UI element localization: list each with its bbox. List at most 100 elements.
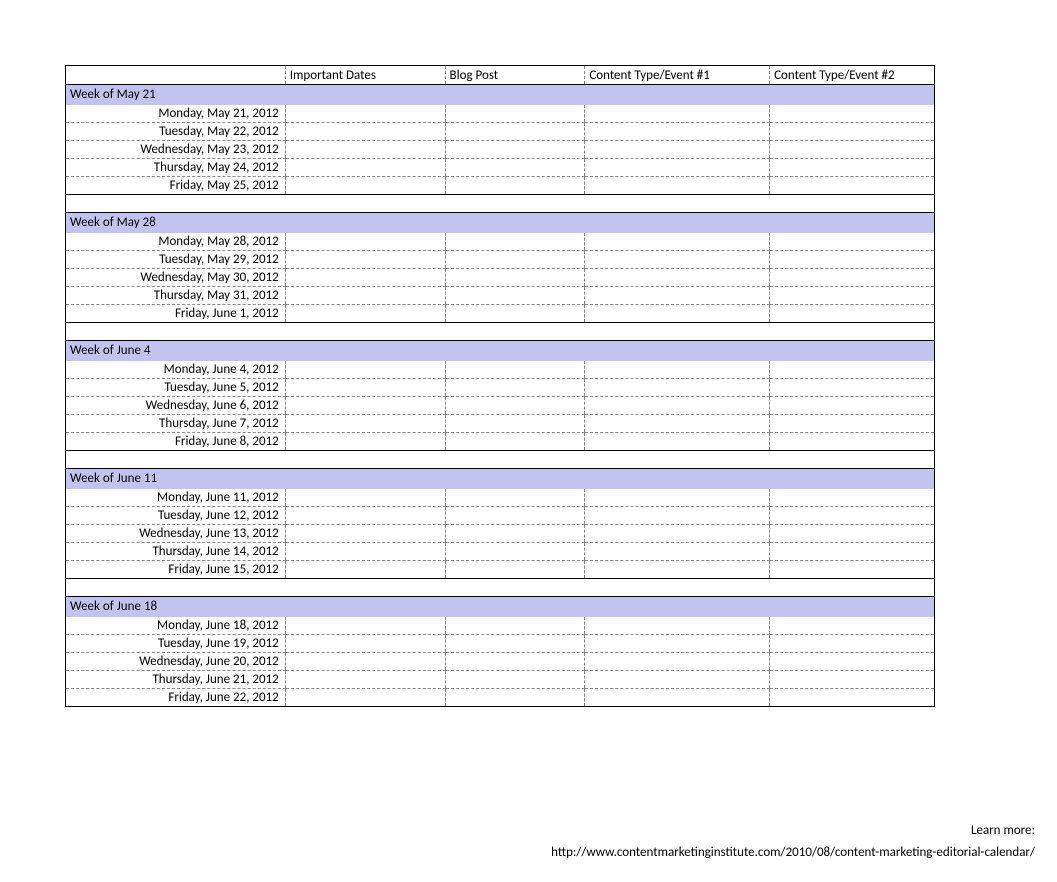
cell-important-dates[interactable] bbox=[285, 287, 445, 305]
cell-blog-post[interactable] bbox=[445, 379, 585, 397]
cell-event-2[interactable] bbox=[770, 287, 935, 305]
cell-blog-post[interactable] bbox=[445, 233, 585, 251]
cell-blog-post[interactable] bbox=[445, 397, 585, 415]
cell-important-dates[interactable] bbox=[285, 305, 445, 323]
cell-event-2[interactable] bbox=[770, 689, 935, 707]
cell-event-1[interactable] bbox=[585, 305, 770, 323]
cell-blog-post[interactable] bbox=[445, 159, 585, 177]
cell-event-2[interactable] bbox=[770, 635, 935, 653]
cell-event-2[interactable] bbox=[770, 305, 935, 323]
cell-event-2[interactable] bbox=[770, 415, 935, 433]
cell-important-dates[interactable] bbox=[285, 561, 445, 579]
cell-event-1[interactable] bbox=[585, 617, 770, 635]
cell-event-1[interactable] bbox=[585, 543, 770, 561]
cell-event-1[interactable] bbox=[585, 269, 770, 287]
cell-event-1[interactable] bbox=[585, 105, 770, 123]
cell-blog-post[interactable] bbox=[445, 507, 585, 525]
cell-event-2[interactable] bbox=[770, 561, 935, 579]
cell-event-1[interactable] bbox=[585, 635, 770, 653]
cell-blog-post[interactable] bbox=[445, 305, 585, 323]
cell-blog-post[interactable] bbox=[445, 269, 585, 287]
cell-blog-post[interactable] bbox=[445, 415, 585, 433]
cell-important-dates[interactable] bbox=[285, 397, 445, 415]
cell-blog-post[interactable] bbox=[445, 141, 585, 159]
cell-event-1[interactable] bbox=[585, 489, 770, 507]
cell-event-2[interactable] bbox=[770, 617, 935, 635]
cell-important-dates[interactable] bbox=[285, 489, 445, 507]
cell-event-2[interactable] bbox=[770, 233, 935, 251]
cell-blog-post[interactable] bbox=[445, 287, 585, 305]
cell-event-2[interactable] bbox=[770, 653, 935, 671]
cell-event-2[interactable] bbox=[770, 105, 935, 123]
cell-important-dates[interactable] bbox=[285, 507, 445, 525]
cell-event-2[interactable] bbox=[770, 177, 935, 195]
cell-important-dates[interactable] bbox=[285, 177, 445, 195]
cell-blog-post[interactable] bbox=[445, 123, 585, 141]
cell-important-dates[interactable] bbox=[285, 653, 445, 671]
cell-event-1[interactable] bbox=[585, 361, 770, 379]
cell-event-1[interactable] bbox=[585, 671, 770, 689]
cell-blog-post[interactable] bbox=[445, 561, 585, 579]
cell-event-1[interactable] bbox=[585, 379, 770, 397]
cell-blog-post[interactable] bbox=[445, 689, 585, 707]
cell-important-dates[interactable] bbox=[285, 543, 445, 561]
cell-blog-post[interactable] bbox=[445, 177, 585, 195]
cell-blog-post[interactable] bbox=[445, 489, 585, 507]
cell-important-dates[interactable] bbox=[285, 671, 445, 689]
cell-blog-post[interactable] bbox=[445, 543, 585, 561]
cell-event-1[interactable] bbox=[585, 689, 770, 707]
cell-blog-post[interactable] bbox=[445, 433, 585, 451]
cell-important-dates[interactable] bbox=[285, 433, 445, 451]
cell-event-2[interactable] bbox=[770, 269, 935, 287]
cell-event-1[interactable] bbox=[585, 525, 770, 543]
cell-event-1[interactable] bbox=[585, 397, 770, 415]
cell-blog-post[interactable] bbox=[445, 635, 585, 653]
cell-event-2[interactable] bbox=[770, 123, 935, 141]
cell-event-2[interactable] bbox=[770, 379, 935, 397]
cell-event-2[interactable] bbox=[770, 251, 935, 269]
cell-blog-post[interactable] bbox=[445, 617, 585, 635]
cell-event-1[interactable] bbox=[585, 123, 770, 141]
cell-event-1[interactable] bbox=[585, 561, 770, 579]
cell-event-1[interactable] bbox=[585, 415, 770, 433]
cell-important-dates[interactable] bbox=[285, 617, 445, 635]
cell-blog-post[interactable] bbox=[445, 251, 585, 269]
cell-important-dates[interactable] bbox=[285, 159, 445, 177]
cell-important-dates[interactable] bbox=[285, 251, 445, 269]
cell-blog-post[interactable] bbox=[445, 653, 585, 671]
cell-event-2[interactable] bbox=[770, 397, 935, 415]
cell-event-2[interactable] bbox=[770, 159, 935, 177]
cell-important-dates[interactable] bbox=[285, 123, 445, 141]
cell-event-1[interactable] bbox=[585, 159, 770, 177]
cell-event-2[interactable] bbox=[770, 433, 935, 451]
cell-event-1[interactable] bbox=[585, 433, 770, 451]
cell-event-1[interactable] bbox=[585, 233, 770, 251]
cell-event-2[interactable] bbox=[770, 525, 935, 543]
cell-blog-post[interactable] bbox=[445, 361, 585, 379]
cell-important-dates[interactable] bbox=[285, 269, 445, 287]
cell-blog-post[interactable] bbox=[445, 525, 585, 543]
cell-important-dates[interactable] bbox=[285, 233, 445, 251]
cell-event-2[interactable] bbox=[770, 489, 935, 507]
cell-important-dates[interactable] bbox=[285, 105, 445, 123]
cell-important-dates[interactable] bbox=[285, 525, 445, 543]
cell-event-2[interactable] bbox=[770, 671, 935, 689]
cell-blog-post[interactable] bbox=[445, 105, 585, 123]
cell-event-2[interactable] bbox=[770, 507, 935, 525]
cell-event-1[interactable] bbox=[585, 177, 770, 195]
cell-important-dates[interactable] bbox=[285, 361, 445, 379]
cell-event-1[interactable] bbox=[585, 287, 770, 305]
cell-event-1[interactable] bbox=[585, 251, 770, 269]
cell-important-dates[interactable] bbox=[285, 141, 445, 159]
cell-blog-post[interactable] bbox=[445, 671, 585, 689]
cell-important-dates[interactable] bbox=[285, 415, 445, 433]
cell-event-1[interactable] bbox=[585, 141, 770, 159]
cell-event-2[interactable] bbox=[770, 361, 935, 379]
cell-important-dates[interactable] bbox=[285, 635, 445, 653]
cell-event-1[interactable] bbox=[585, 653, 770, 671]
cell-event-2[interactable] bbox=[770, 543, 935, 561]
cell-event-2[interactable] bbox=[770, 141, 935, 159]
cell-important-dates[interactable] bbox=[285, 689, 445, 707]
cell-important-dates[interactable] bbox=[285, 379, 445, 397]
cell-event-1[interactable] bbox=[585, 507, 770, 525]
